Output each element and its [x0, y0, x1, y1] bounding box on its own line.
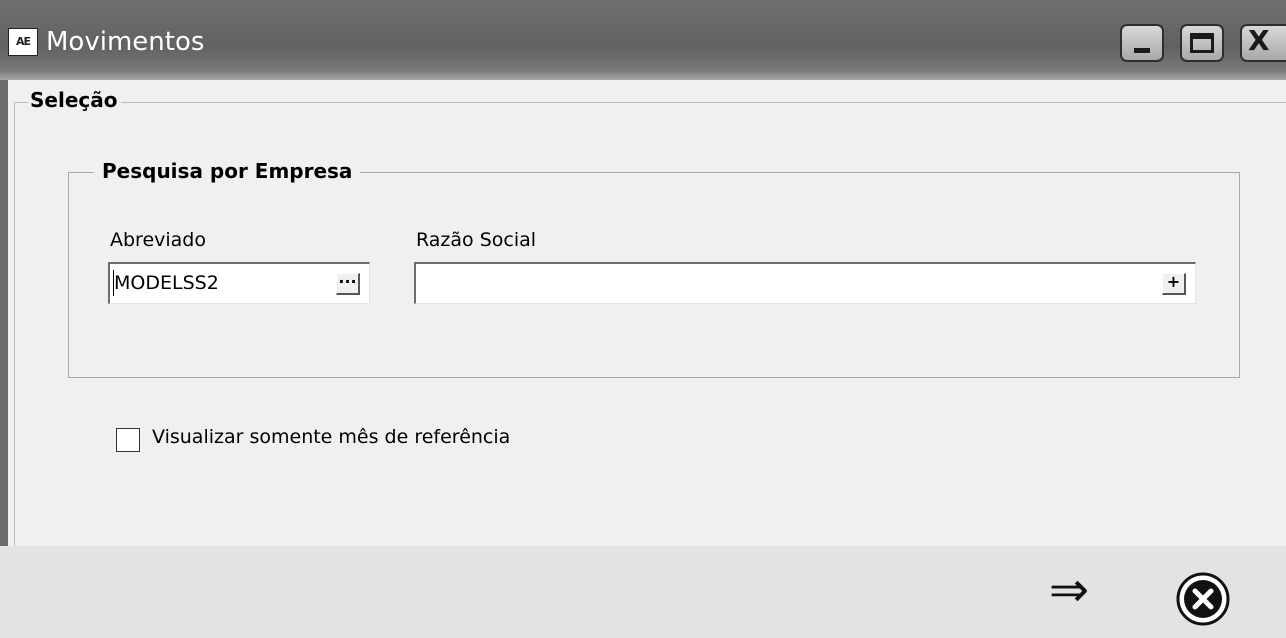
app-icon: AE — [8, 28, 38, 56]
close-button[interactable]: X — [1240, 24, 1286, 62]
company-search-group-label: Pesquisa por Empresa — [94, 159, 361, 183]
minimize-button[interactable] — [1120, 24, 1164, 62]
maximize-icon — [1190, 33, 1214, 53]
confirm-button[interactable]: ⇒ — [1036, 566, 1102, 614]
abreviado-input[interactable]: MODELSS2 ··· — [108, 262, 370, 304]
arrow-right-icon: ⇒ — [1048, 562, 1090, 618]
cancel-button[interactable] — [1174, 570, 1232, 628]
abreviado-lookup-button[interactable]: ··· — [336, 273, 360, 295]
maximize-button[interactable] — [1180, 24, 1224, 62]
close-icon: X — [1248, 24, 1270, 57]
razao-social-label: Razão Social — [416, 229, 537, 251]
abreviado-value: MODELSS2 — [114, 272, 219, 294]
reference-month-label[interactable]: Visualizar somente mês de referência — [152, 426, 510, 448]
minimize-icon — [1134, 48, 1150, 53]
abreviado-label: Abreviado — [110, 229, 206, 251]
title-bar[interactable]: AE Movimentos X — [0, 0, 1286, 80]
reference-month-checkbox[interactable] — [116, 428, 140, 452]
cancel-circle-icon — [1176, 572, 1230, 626]
razao-social-add-button[interactable]: + — [1162, 273, 1186, 295]
selection-group-label: Seleção — [28, 88, 122, 112]
razao-social-input[interactable]: + — [414, 262, 1196, 304]
window-title: Movimentos — [46, 27, 205, 57]
